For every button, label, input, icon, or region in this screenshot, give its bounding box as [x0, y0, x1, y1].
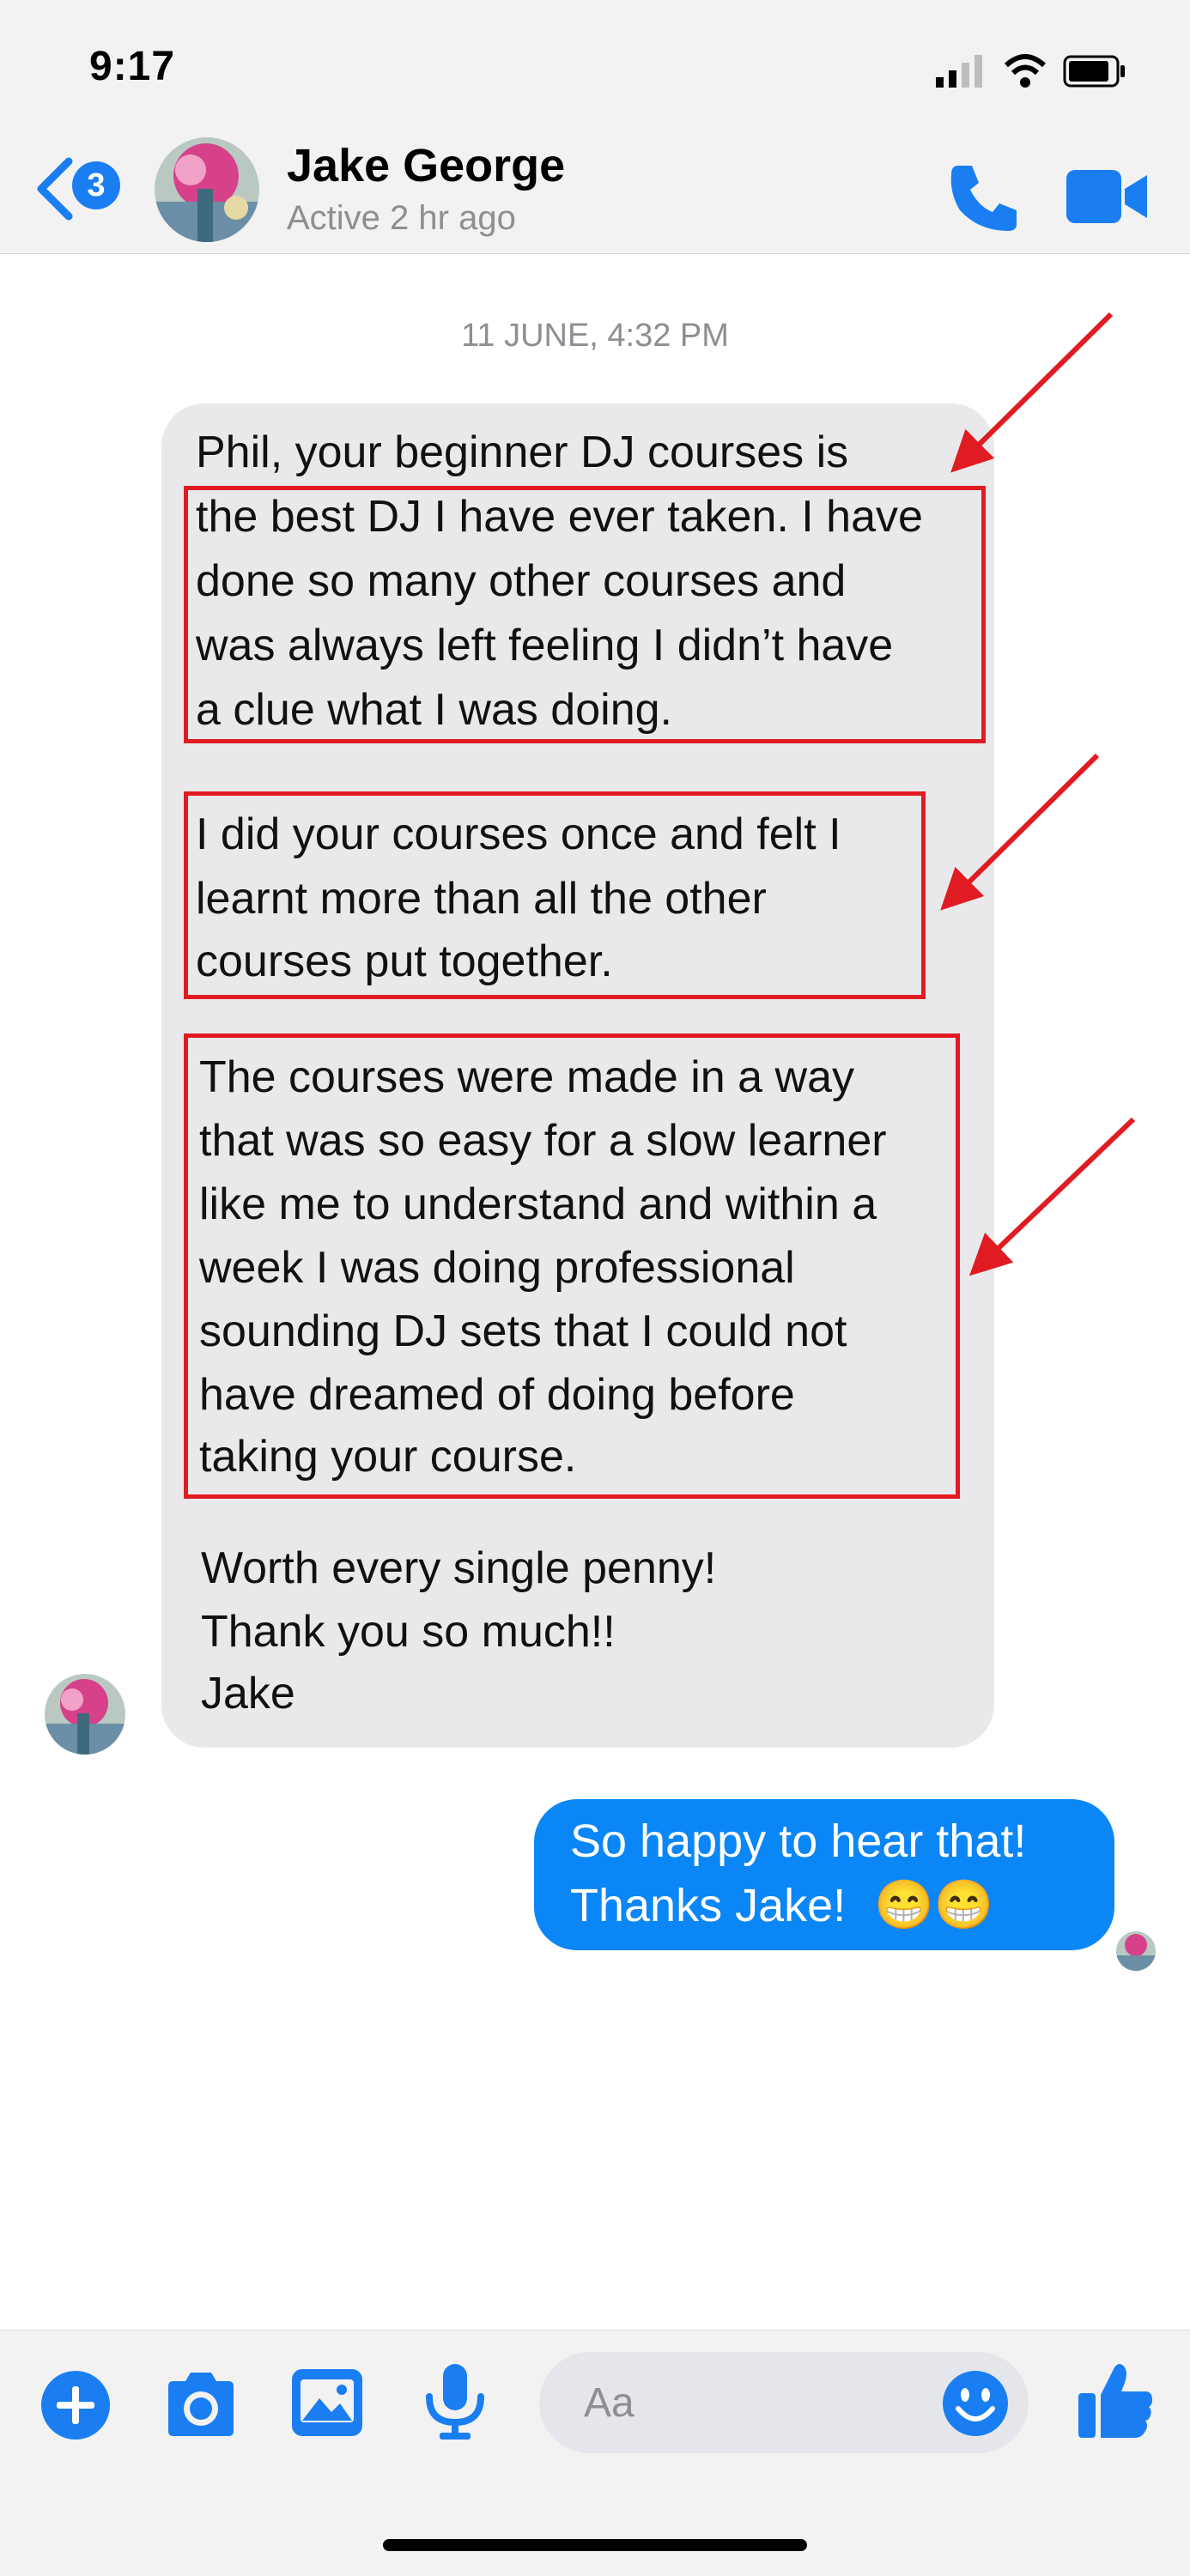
grinning-face-emoji: 😁😁: [874, 1877, 994, 1931]
plus-circle-icon: [41, 2371, 110, 2440]
smiley-icon: [943, 2371, 1008, 2436]
add-button[interactable]: [39, 2369, 112, 2446]
sender-avatar[interactable]: [45, 1674, 125, 1755]
message-line: Thanks Jake! 😁😁: [570, 1877, 994, 1931]
arrow-icon: [968, 1117, 1136, 1276]
arrow-icon: [950, 312, 1114, 473]
emoji-button[interactable]: [941, 2369, 1010, 2442]
read-receipt-avatar: [1116, 1931, 1156, 1971]
microphone-icon: [426, 2364, 484, 2440]
message-line: Jake: [201, 1669, 295, 1718]
message-line: So happy to hear that!: [570, 1815, 1027, 1867]
like-button[interactable]: [1077, 2361, 1154, 2444]
camera-icon: [168, 2373, 234, 2436]
message-input-placeholder: Aa: [584, 2380, 634, 2426]
voice-message-button[interactable]: [422, 2362, 488, 2446]
message-line: Thank you so much!!: [201, 1607, 616, 1657]
annotation-arrows: [940, 312, 1136, 1276]
home-indicator: [383, 2539, 807, 2551]
thumbs-up-icon: [1078, 2364, 1152, 2438]
photo-icon: [292, 2369, 362, 2436]
camera-button[interactable]: [163, 2371, 239, 2442]
arrow-icon: [940, 753, 1100, 911]
message-line: Worth every single penny!: [201, 1543, 717, 1593]
gallery-button[interactable]: [290, 2367, 364, 2442]
